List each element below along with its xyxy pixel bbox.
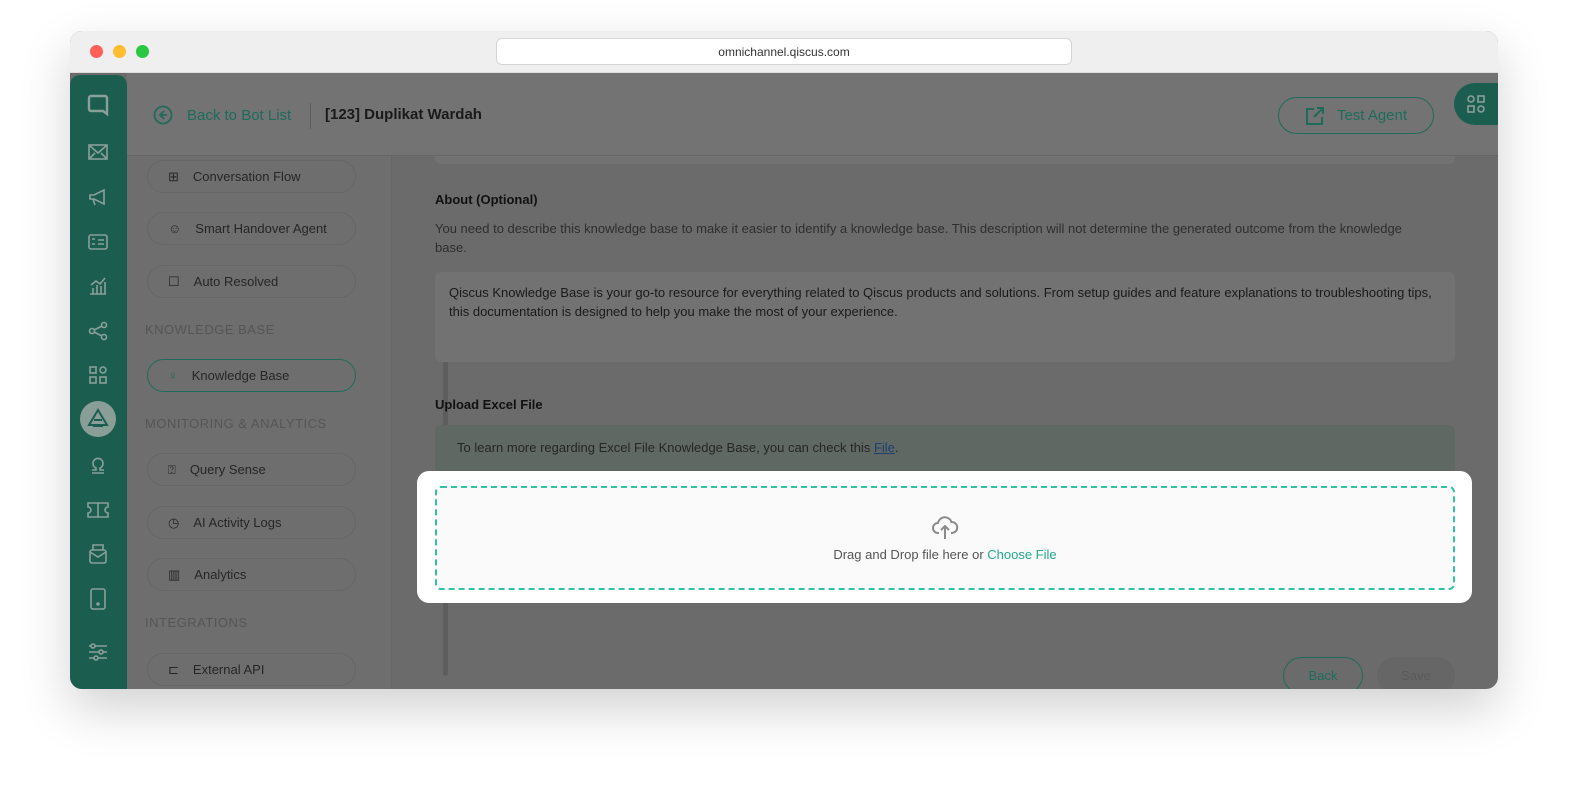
about-label: About (Optional) <box>435 192 538 207</box>
sidebar-item-analytics[interactable]: ▥ Analytics <box>147 558 356 591</box>
sidebar-item-external-api[interactable]: ⊏ External API <box>147 653 356 686</box>
sidebar-item-auto-resolved[interactable]: ☐ Auto Resolved <box>147 265 356 298</box>
back-button[interactable]: Back <box>1283 657 1363 689</box>
sidebar-item-conversation-flow[interactable]: ⊞ Conversation Flow <box>147 160 356 193</box>
address-bar[interactable]: omnichannel.qiscus.com <box>496 38 1072 65</box>
minimize-window-button[interactable] <box>113 45 126 58</box>
external-link-icon <box>1305 106 1324 125</box>
file-dropzone[interactable]: Drag and Drop file here or Choose File <box>435 486 1455 590</box>
clock-icon: ◷ <box>168 514 180 530</box>
user-check-icon: ☺ <box>168 221 182 236</box>
info-banner: To learn more regarding Excel File Knowl… <box>435 425 1455 473</box>
ai-agent-icon[interactable] <box>80 401 116 437</box>
previous-card-edge <box>435 156 1455 164</box>
integration-share-icon[interactable] <box>86 319 110 343</box>
section-title-monitoring: MONITORING & ANALYTICS <box>145 416 327 431</box>
inbox-icon[interactable] <box>86 140 110 164</box>
megaphone-icon[interactable] <box>86 185 110 209</box>
chat-logo-icon[interactable] <box>86 93 110 117</box>
info-file-link[interactable]: File <box>874 440 895 455</box>
contact-card-icon[interactable] <box>86 230 110 254</box>
header-divider <box>310 103 311 129</box>
bot-settings-sidebar: ⊞ Conversation Flow ☺ Smart Handover Agent… <box>127 156 448 689</box>
section-title-knowledge-base: KNOWLEDGE BASE <box>145 322 275 337</box>
test-agent-button[interactable]: Test Agent <box>1278 97 1434 134</box>
section-title-integrations: INTEGRATIONS <box>145 615 248 630</box>
sidebar-item-smart-handover-agent[interactable]: ☺ Smart Handover Agent <box>147 212 356 245</box>
knowledge-base-form: About (Optional) You need to describe th… <box>392 156 1498 689</box>
chart-icon: ▥ <box>168 566 181 582</box>
file-dropzone-card: Drag and Drop file here or Choose File <box>417 471 1472 603</box>
close-window-button[interactable] <box>90 45 103 58</box>
sidebar-item-ai-activity-logs[interactable]: ◷ AI Activity Logs <box>147 506 356 539</box>
analytics-icon[interactable] <box>86 274 110 298</box>
page-header: Back to Bot List [123] Duplikat Wardah T… <box>127 73 1498 156</box>
sitemap-icon: ⊞ <box>168 168 179 184</box>
about-textarea[interactable]: Qiscus Knowledge Base is your go-to reso… <box>435 272 1455 362</box>
drop-text: Drag and Drop file here or <box>833 546 988 562</box>
page-title: [123] Duplikat Wardah <box>325 106 482 123</box>
back-to-bot-list-link[interactable]: Back to Bot List <box>153 105 291 125</box>
choose-file-link[interactable]: Choose File <box>987 547 1056 562</box>
apps-menu-button[interactable] <box>1454 83 1498 125</box>
save-button[interactable]: Save <box>1377 657 1455 689</box>
cloud-upload-icon <box>932 515 959 539</box>
agent-omega-icon[interactable] <box>86 453 110 477</box>
mobile-device-icon[interactable] <box>86 587 110 611</box>
title-bar: omnichannel.qiscus.com <box>70 31 1498 73</box>
apps-grid-icon[interactable] <box>86 363 110 387</box>
maximize-window-button[interactable] <box>136 45 149 58</box>
chat-bot-icon: ☐ <box>168 273 180 289</box>
question-chat-icon: ⍰ <box>168 461 176 477</box>
lightbulb-icon: ♀ <box>168 368 178 383</box>
sidebar-item-query-sense[interactable]: ⍰ Query Sense <box>147 453 356 486</box>
about-help-text: You need to describe this knowledge base… <box>435 221 1402 255</box>
ticket-icon[interactable] <box>86 498 110 522</box>
app-nav-rail <box>70 75 127 689</box>
upload-excel-label: Upload Excel File <box>435 397 543 412</box>
back-to-bot-list-label: Back to Bot List <box>187 106 292 124</box>
mail-box-icon[interactable] <box>86 542 110 566</box>
test-agent-label: Test Agent <box>1336 107 1408 124</box>
settings-sliders-icon[interactable] <box>86 640 110 664</box>
arrow-left-circle-icon <box>153 105 173 125</box>
api-icon: ⊏ <box>168 661 179 677</box>
sidebar-item-knowledge-base[interactable]: ♀ Knowledge Base <box>147 359 356 392</box>
apps-grid-icon <box>1467 95 1485 113</box>
